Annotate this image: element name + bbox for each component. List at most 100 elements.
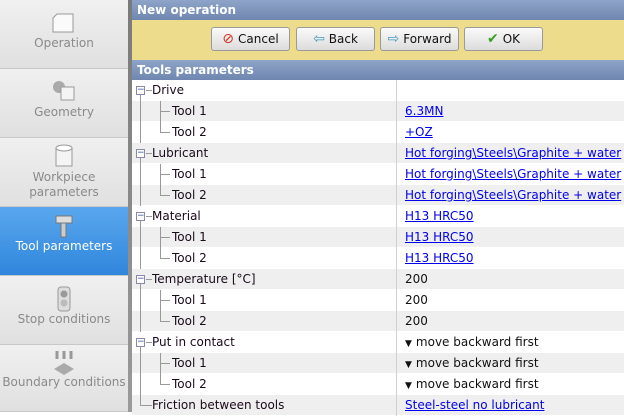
row-value-cell[interactable]: +OZ [397,122,624,142]
dropdown-value[interactable]: move backward first [416,377,539,391]
tree-line [140,248,141,269]
value-link[interactable]: Hot forging\Steels\Graphite + water [405,146,621,160]
row-label-cell: −Temperature [°C] [132,269,397,290]
tree-line [140,122,141,143]
row-label: Tool 1 [172,353,207,374]
row-value-cell[interactable]: Hot forging\Steels\Graphite + water [397,143,624,163]
tree-row[interactable]: −Material H13 HRC50 [132,206,624,227]
tree-line [140,164,141,185]
parameters-tree: −DriveTool 16.3MNTool 2+OZ−LubricantHot … [132,80,624,416]
value-link[interactable]: Hot forging\Steels\Graphite + water [405,167,621,181]
sidebar: Operation Geometry Workpiece parameters … [0,0,128,412]
row-label: Friction between tools [152,395,284,416]
dropdown-arrow-icon[interactable]: ▼ [405,381,412,391]
tree-row[interactable]: Tool 2+OZ [132,122,624,143]
tree-row[interactable]: Tool 1 ▼ move backward first [132,353,624,374]
row-label-cell: Tool 1 [132,290,397,311]
value-link[interactable]: Steel-steel no lubricant [405,398,544,412]
sidebar-item-label: Geometry [0,105,128,120]
sidebar-item-label: Boundary conditions [0,375,128,390]
tree-row[interactable]: Tool 16.3MN [132,101,624,122]
row-value-cell[interactable]: H13 HRC50 [397,206,624,226]
sidebar-item-tool-parameters[interactable]: Tool parameters [0,207,128,276]
tree-row[interactable]: Tool 1 200 [132,290,624,311]
tree-line [140,185,141,206]
value-link[interactable]: H13 HRC50 [405,251,474,265]
tree-line [160,174,170,175]
row-value-cell[interactable]: Hot forging\Steels\Graphite + water [397,164,624,184]
row-label: Temperature [°C] [152,269,256,290]
tree-row[interactable]: Tool 2 Hot forging\Steels\Graphite + wate… [132,185,624,206]
sidebar-item-geometry[interactable]: Geometry [0,69,128,138]
tree-row[interactable]: Tool 2 200 [132,311,624,332]
collapse-icon[interactable]: − [136,338,145,347]
value-text[interactable]: 200 [405,293,428,307]
row-label-cell: Tool 2 [132,311,397,332]
cancel-icon: ⊘ [222,31,234,47]
collapse-icon[interactable]: − [136,86,145,95]
tree-row[interactable]: −Drive [132,80,624,101]
value-text[interactable]: 200 [405,272,428,286]
dropdown-arrow-icon[interactable]: ▼ [405,360,412,370]
row-label-cell: −Material [132,206,397,227]
sidebar-item-workpiece-parameters[interactable]: Workpiece parameters [0,138,128,207]
tree-row[interactable]: Friction between tools Steel-steel no lub… [132,395,624,416]
forward-button[interactable]: ⇨Forward [380,27,459,51]
sidebar-item-label: Workpiece parameters [0,170,128,200]
row-value-cell[interactable]: H13 HRC50 [397,227,624,247]
row-value-cell[interactable]: 200 [397,311,624,331]
row-value-cell[interactable]: 6.3MN [397,101,624,121]
tree-row[interactable]: −Put in contact▼move backward first [132,332,624,353]
tree-line [140,227,141,248]
row-value-cell[interactable]: 200 [397,290,624,310]
tree-line [160,195,170,196]
sidebar-item-boundary-conditions[interactable]: Boundary conditions [0,345,128,412]
row-value-cell[interactable]: ▼ move backward first [397,374,624,394]
tree-line [160,111,170,112]
row-label: Tool 2 [172,311,207,332]
tree-row[interactable]: −Lubricant Hot forging\Steels\Graphite + … [132,143,624,164]
ok-button[interactable]: ✔OK [464,27,543,51]
row-label: Tool 2 [172,185,207,206]
dropdown-value[interactable]: move backward first [416,335,539,349]
row-label: Lubricant [152,143,208,164]
row-value-cell[interactable]: Steel-steel no lubricant [397,395,624,415]
row-label-cell: Tool 1 [132,353,397,374]
collapse-icon[interactable]: − [136,212,145,221]
row-value-cell[interactable]: ▼ move backward first [397,353,624,373]
section-header: Tools parameters [132,60,624,80]
tree-line [160,258,170,259]
row-value-cell[interactable]: Hot forging\Steels\Graphite + water [397,185,624,205]
row-value-cell[interactable]: 200 [397,269,624,289]
cylinder-icon [0,144,128,170]
tree-line [140,353,141,374]
toolbar: ⊘Cancel ⇦Back ⇨Forward ✔OK [132,20,624,60]
tree-row[interactable]: Tool 2 H13 HRC50 [132,248,624,269]
tree-line [140,101,141,122]
tree-row[interactable]: Tool 2▼move backward first [132,374,624,395]
row-label-cell: Tool 2 [132,185,397,206]
cancel-button[interactable]: ⊘Cancel [211,27,290,51]
row-label: Tool 2 [172,248,207,269]
dropdown-arrow-icon[interactable]: ▼ [405,339,412,349]
value-text[interactable]: 200 [405,314,428,328]
back-button[interactable]: ⇦Back [296,27,375,51]
sidebar-item-operation[interactable]: Operation [0,0,128,69]
tree-row[interactable]: Tool 1 H13 HRC50 [132,227,624,248]
tree-line [160,363,170,364]
value-link[interactable]: H13 HRC50 [405,230,474,244]
collapse-icon[interactable]: − [136,275,145,284]
row-value-cell[interactable]: H13 HRC50 [397,248,624,268]
row-value-cell[interactable]: ▼ move backward first [397,332,624,352]
value-link[interactable]: 6.3MN [405,104,443,118]
row-label: Tool 1 [172,227,207,248]
dropdown-value[interactable]: move backward first [416,356,539,370]
tree-row[interactable]: −Temperature [°C] 200 [132,269,624,290]
collapse-icon[interactable]: − [136,149,145,158]
arrow-left-icon: ⇦ [313,31,325,47]
value-link[interactable]: Hot forging\Steels\Graphite + water [405,188,621,202]
tree-row[interactable]: Tool 1Hot forging\Steels\Graphite + wate… [132,164,624,185]
value-link[interactable]: +OZ [405,125,433,139]
value-link[interactable]: H13 HRC50 [405,209,474,223]
sidebar-item-stop-conditions[interactable]: Stop conditions [0,276,128,345]
